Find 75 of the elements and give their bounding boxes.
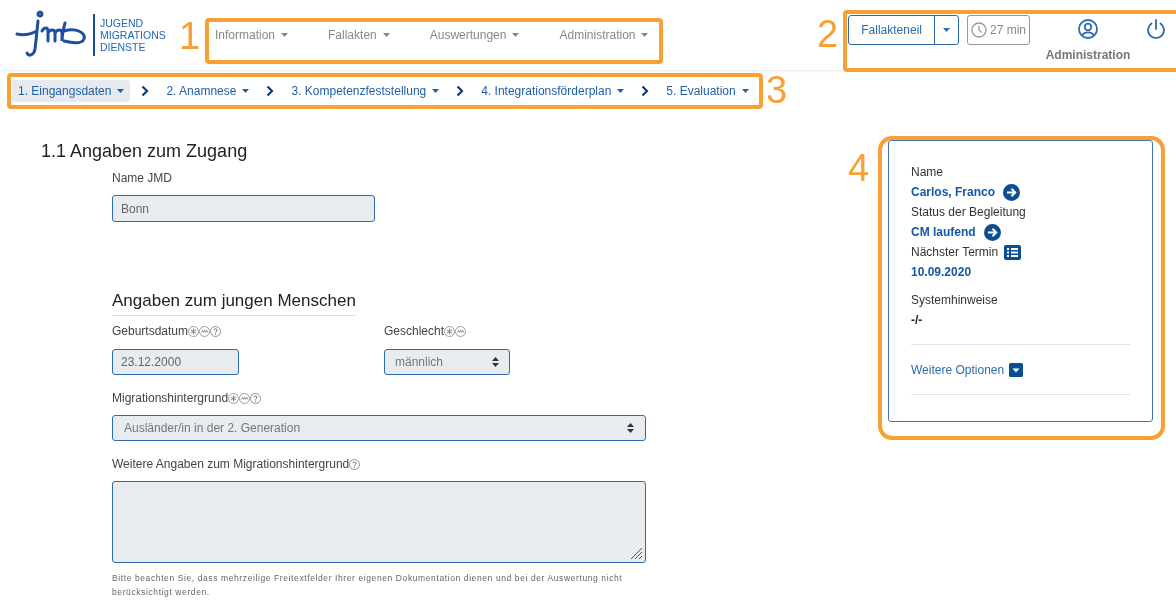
section-title: 1.1 Angaben zum Zugang <box>41 140 249 162</box>
info-label: Name <box>911 164 943 181</box>
chevron-right-icon <box>641 85 650 97</box>
caret-icon <box>117 89 125 93</box>
text-field[interactable]: Bonn <box>112 195 375 222</box>
signature-circle-icon <box>455 325 467 337</box>
logo-text: MIGRATIONS <box>100 29 166 41</box>
nav-menu[interactable]: Information <box>215 26 289 44</box>
help-icon[interactable] <box>250 392 262 404</box>
text-area[interactable] <box>112 481 646 563</box>
field-label: Geschlecht <box>384 323 445 340</box>
logo-text: DIENSTE <box>100 41 147 53</box>
caret-icon <box>242 89 250 93</box>
more-options-link[interactable]: Weitere Optionen <box>911 360 1024 380</box>
chevron-right-icon <box>266 85 275 97</box>
list-icon[interactable] <box>1004 244 1022 260</box>
info-value[interactable]: 10.09.2020 <box>911 263 972 281</box>
annotation-number: 1 <box>179 16 201 56</box>
step-tab[interactable]: 2. Anamnese <box>160 80 256 102</box>
annotation-number: 2 <box>817 14 839 54</box>
chevron-right-icon <box>456 85 465 97</box>
nav-menu[interactable]: Administration <box>559 26 649 44</box>
clock-icon <box>970 22 987 38</box>
caret-icon <box>942 28 950 32</box>
help-icon[interactable] <box>210 325 222 337</box>
select-field[interactable]: Ausländer/in in der 2. Generation <box>112 415 646 441</box>
info-label: Systemhinweise <box>911 292 998 309</box>
star-circle-icon <box>188 325 200 337</box>
help-icon[interactable] <box>349 458 361 470</box>
caret-icon <box>512 33 520 37</box>
info-value[interactable]: CM laufend <box>911 223 976 241</box>
field-label: Migrationshintergrund <box>112 390 229 407</box>
signature-circle-icon <box>239 392 251 404</box>
updown-icon <box>627 423 634 433</box>
info-label: Status der Begleitung <box>911 204 1026 221</box>
step-tab[interactable]: 1. Eingangsdaten <box>12 80 131 102</box>
field-label: Geburtsdatum <box>112 323 189 340</box>
field-label: Name JMD <box>112 170 172 187</box>
split-button[interactable]: Fallakteneil <box>848 15 959 45</box>
caret-icon <box>641 33 649 37</box>
step-tab[interactable]: 4. Integrationsförderplan <box>475 80 631 102</box>
caret-icon <box>617 89 625 93</box>
nav-menu[interactable]: Fallakten <box>328 26 390 44</box>
annotation-number: 4 <box>848 148 870 188</box>
dropdown-icon <box>1009 363 1024 377</box>
power-icon[interactable] <box>1145 18 1167 40</box>
caret-icon <box>432 89 440 93</box>
user-icon[interactable] <box>1078 19 1098 39</box>
date-field[interactable]: 23.12.2000 <box>112 349 239 375</box>
nav-menu[interactable]: Auswertungen <box>429 26 520 44</box>
caret-icon <box>382 33 390 37</box>
resize-handle-icon[interactable] <box>629 546 643 560</box>
chevron-right-icon <box>141 85 150 97</box>
caret-icon <box>281 33 289 37</box>
caret-icon <box>741 89 749 93</box>
annotation-number: 3 <box>766 70 788 110</box>
field-label: Weitere Angaben zum Migrationshintergrund <box>112 456 350 473</box>
info-label: Nächster Termin <box>911 244 999 261</box>
select-field[interactable]: männlich <box>384 349 510 375</box>
signature-circle-icon <box>199 325 211 337</box>
arrow-right-circle-icon[interactable] <box>1003 183 1021 201</box>
info-value[interactable]: Carlos, Franco <box>911 183 996 201</box>
step-tab[interactable]: 3. Kompetenzfeststellung <box>285 80 446 102</box>
arrow-right-circle-icon[interactable] <box>983 223 1001 241</box>
star-circle-icon <box>444 325 456 337</box>
step-tab[interactable]: 5. Evaluation <box>660 80 755 102</box>
info-value: -/- <box>911 312 923 329</box>
star-circle-icon <box>228 392 240 404</box>
updown-icon <box>492 357 499 367</box>
subsection-title: Angaben zum jungen Menschen <box>112 290 356 316</box>
hint-text: Bitte beachten Sie, dass mehrzeilige Freitextfelder Ihrer eigenen Dokumentation dienen und bei der Auswertung nicht berücksichtigt werden. <box>112 572 624 599</box>
session-timer: 27 min <box>966 15 1030 45</box>
logo-text: JUGEND <box>100 17 145 29</box>
user-name: Administration <box>1045 47 1131 64</box>
split-button-label[interactable]: Fallakteneil <box>849 16 935 44</box>
